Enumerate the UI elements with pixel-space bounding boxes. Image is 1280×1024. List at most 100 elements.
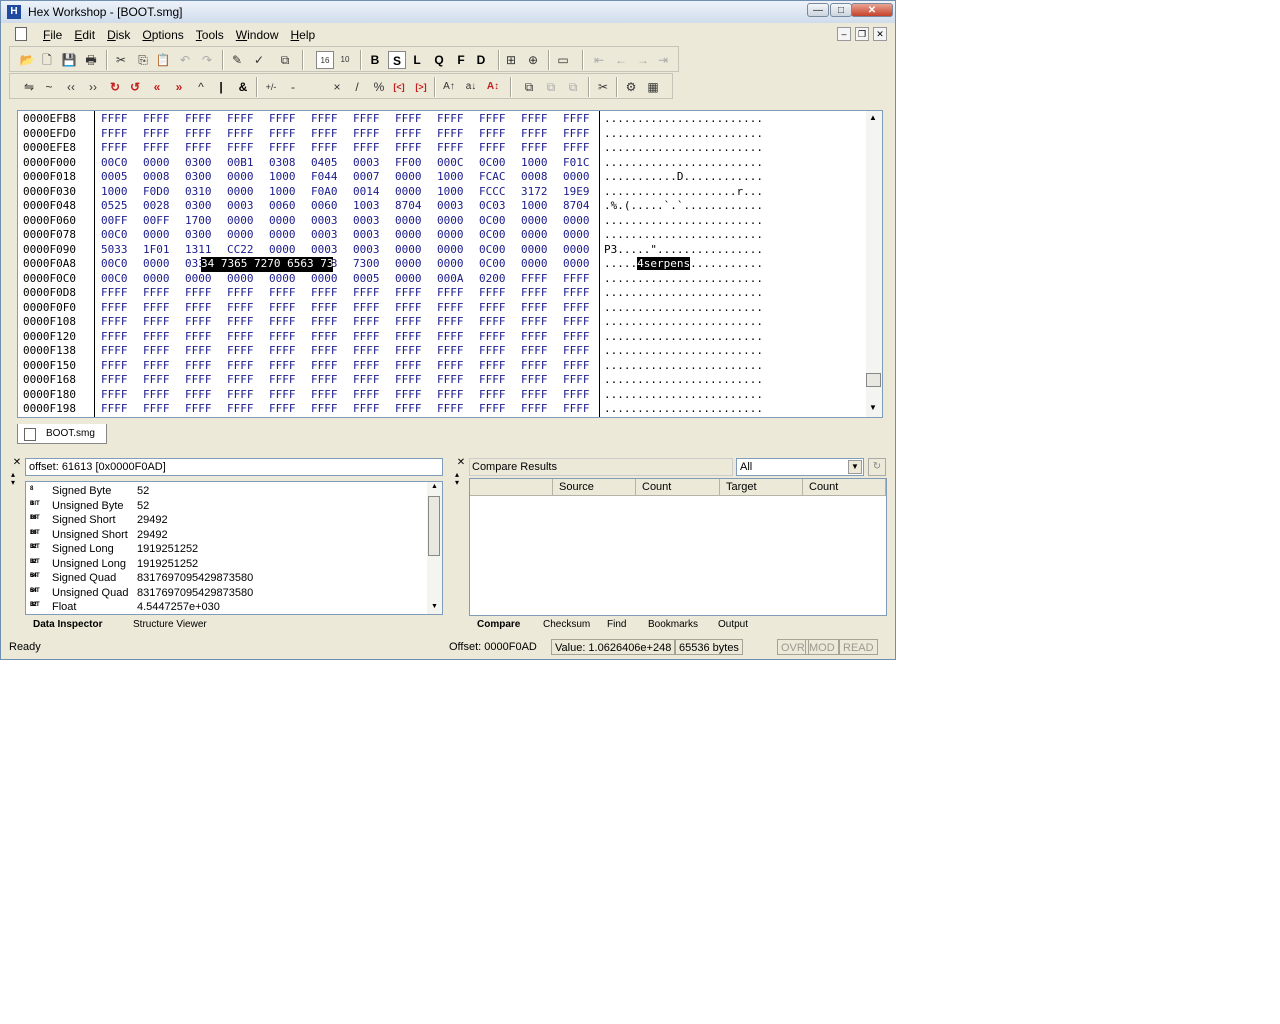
menu-disk[interactable]: Disk [101,27,136,43]
hex-word[interactable]: 1700 [185,214,225,229]
hex-word[interactable]: 00FF [101,214,141,229]
hex-word[interactable]: FFFF [185,388,225,403]
hex-word[interactable]: FFFF [521,272,561,287]
uppercase-icon[interactable]: A↑ [440,78,458,96]
hex-word[interactable]: 000C [437,156,477,171]
hex-word[interactable]: FFFF [353,127,393,142]
ascii-text[interactable]: ....................r... [604,185,763,200]
ascii-text[interactable]: .%.(.....`.`............ [604,199,763,214]
hex-word[interactable]: 0000 [395,257,435,272]
hex-word[interactable]: 0000 [563,214,603,229]
modulus-icon[interactable]: % [370,78,388,96]
hex-word[interactable]: 0000 [143,228,183,243]
tab-data-inspector[interactable]: Data Inspector [33,618,102,632]
hex-word[interactable]: 0000 [227,228,267,243]
ascii-text[interactable]: ........................ [604,286,763,301]
hex-word[interactable]: FFFF [101,344,141,359]
ascii-text[interactable]: ........................ [604,127,763,142]
hex-word[interactable]: 1000 [101,185,141,200]
multiply-icon[interactable]: × [328,78,346,96]
hex-word[interactable]: 0310 [185,185,225,200]
hex-word[interactable]: 0C00 [479,243,519,258]
hex-word[interactable]: 00C0 [101,156,141,171]
cut-icon[interactable]: ✂ [112,51,130,69]
hex-word[interactable]: 0060 [269,199,309,214]
rotate-right-icon[interactable]: ↺ [126,78,144,96]
hex-word[interactable]: FFFF [563,359,603,374]
insert-icon[interactable]: ⊞ [502,51,520,69]
hex-word[interactable]: 1000 [437,170,477,185]
refresh-icon[interactable]: ↻ [868,458,886,476]
byte-mode-button[interactable]: B [366,51,384,69]
hex-word[interactable]: 0C00 [479,257,519,272]
hex-word[interactable]: 0405 [311,156,351,171]
hex-word[interactable]: FFFF [353,301,393,316]
compare-filter-select[interactable]: All ▼ [736,458,864,476]
hex-word[interactable]: FFFF [563,141,603,156]
hex-word[interactable]: FFFF [521,388,561,403]
hex-word[interactable]: 8704 [395,199,435,214]
hex-word[interactable]: FFFF [227,402,267,417]
hex-word[interactable]: 0000 [521,228,561,243]
hex-word[interactable]: FFFF [395,402,435,417]
hex-word[interactable]: 0000 [185,272,225,287]
ascii-text[interactable]: ........................ [604,315,763,330]
doc-restore-button[interactable]: ❐ [855,27,869,41]
scroll-down-arrow-icon[interactable]: ▼ [431,603,438,610]
ascii-text[interactable]: ........................ [604,112,763,127]
hex-word[interactable]: FFFF [479,402,519,417]
and-icon[interactable]: & [234,78,252,96]
hex-word[interactable]: FFFF [311,388,351,403]
invert-case-icon[interactable]: A↕ [484,78,502,96]
inspector-value[interactable]: 52 [137,484,149,499]
hex-word[interactable]: FFFF [563,330,603,345]
ascii-text[interactable]: ........................ [604,214,763,229]
hex-word[interactable]: 0000 [227,272,267,287]
hex-word[interactable]: 0000 [227,170,267,185]
compare-results-table[interactable]: Source Count Target Count [469,478,887,616]
hex-word[interactable]: 0200 [479,272,519,287]
hex-word[interactable]: FFFF [227,301,267,316]
hex-word[interactable]: FFFF [185,315,225,330]
tools-icon[interactable]: ✂ [594,78,612,96]
hex-word[interactable]: FFFF [395,112,435,127]
append-icon[interactable]: ⊕ [524,51,542,69]
inspector-scrollbar[interactable]: ▲ ▼ [427,482,442,614]
hex-word[interactable]: FFFF [269,301,309,316]
block-right-icon[interactable]: [>] [412,78,430,96]
hex-word[interactable]: FFFF [143,344,183,359]
hex-word[interactable]: FFFF [101,112,141,127]
hex-word[interactable]: 0300 [185,170,225,185]
hex-word[interactable]: 1000 [521,199,561,214]
hex-word[interactable]: FFFF [101,373,141,388]
hex-word[interactable]: FFFF [185,359,225,374]
hex-word[interactable]: FFFF [101,315,141,330]
hex-word[interactable]: FFFF [101,141,141,156]
hex-word[interactable]: FFFF [353,330,393,345]
swap-icon[interactable]: ⇋ [20,78,38,96]
hex-word[interactable]: FFFF [479,315,519,330]
inspector-value[interactable]: 4.5447257e+030 [137,600,220,614]
hex-word[interactable]: FFFF [563,286,603,301]
document-system-menu-icon[interactable] [15,27,27,41]
hex-word[interactable]: FFFF [101,301,141,316]
copy-clip-icon[interactable]: ⧉ [276,51,294,69]
hex-word[interactable]: 0000 [227,185,267,200]
calculator-icon[interactable]: ▦ [644,78,662,96]
hex-word[interactable]: 0308 [269,156,309,171]
ascii-text[interactable]: ........................ [604,156,763,171]
hex-word[interactable]: 00C0 [101,228,141,243]
hex-word[interactable]: 0000 [143,257,183,272]
hex-word[interactable]: 0000 [269,228,309,243]
hex-word[interactable]: 0000 [521,214,561,229]
save-icon[interactable]: 💾 [60,51,78,69]
hex-word[interactable]: 0000 [395,272,435,287]
hex-word[interactable]: FFFF [353,373,393,388]
doc-close-button[interactable]: ✕ [873,27,887,41]
hex-word[interactable]: FFFF [521,373,561,388]
hex-word[interactable]: FFFF [311,315,351,330]
hex-word[interactable]: FFFF [185,402,225,417]
hex-word[interactable]: 0008 [521,170,561,185]
hex-word[interactable]: FFFF [479,359,519,374]
hex-word[interactable]: FFFF [227,330,267,345]
